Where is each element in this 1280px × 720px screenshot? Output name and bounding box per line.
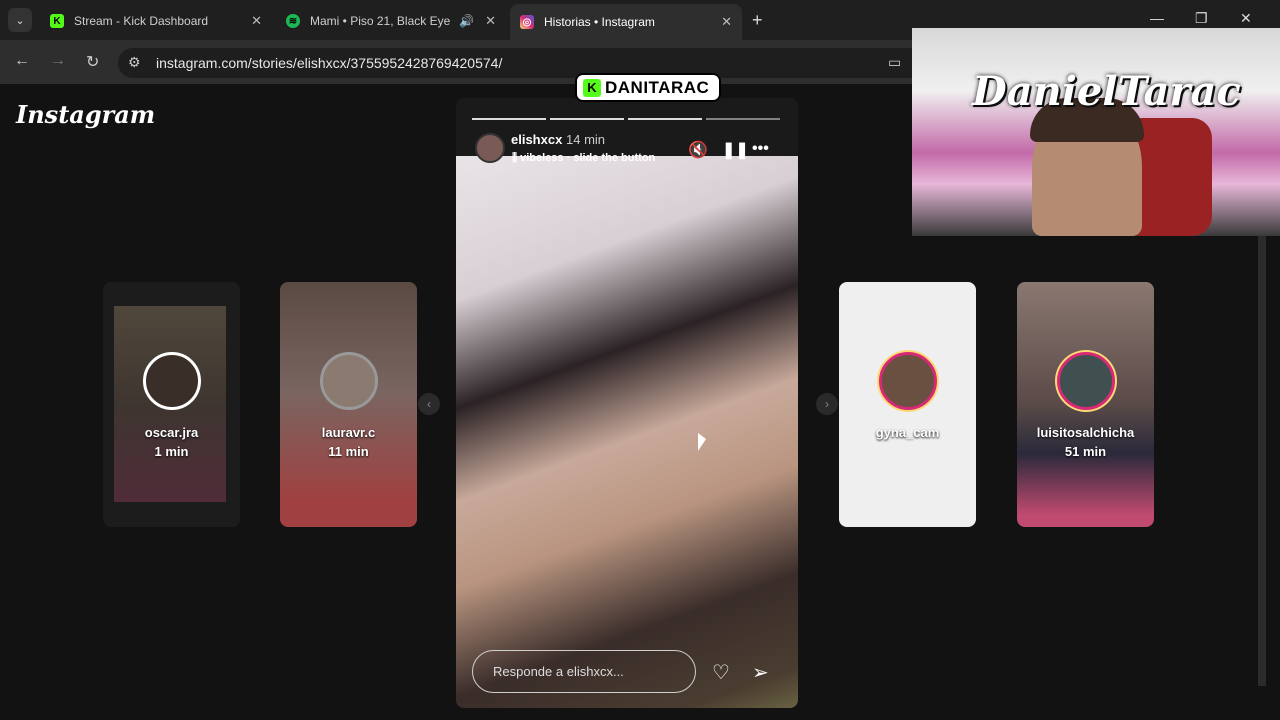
webcam-overlay: DanielTarac — [912, 28, 1280, 236]
story-time: 1 min — [154, 444, 189, 459]
restore-icon[interactable]: ❐ — [1195, 10, 1208, 27]
site-info-icon[interactable]: ⚙ — [128, 54, 141, 71]
story-username[interactable]: elishxcx — [511, 132, 562, 147]
streamer-brand-badge: K DANITARAC — [575, 73, 721, 102]
tab-title: Mami • Piso 21, Black Eyed — [310, 14, 450, 28]
close-icon[interactable]: ✕ — [485, 13, 496, 29]
cast-icon[interactable]: ▭ — [888, 54, 901, 71]
mute-icon[interactable]: 🔇 — [688, 140, 708, 160]
story-card-gyna[interactable]: gyna_cam — [839, 282, 976, 527]
story-username: gyna_cam — [875, 425, 940, 440]
story-username: luisitosalchicha — [1036, 425, 1135, 440]
window-close-icon[interactable]: ✕ — [1240, 10, 1252, 27]
minimize-icon[interactable]: — — [1150, 10, 1164, 26]
avatar — [878, 352, 937, 410]
next-story-arrow[interactable]: › — [816, 393, 838, 415]
tab-instagram[interactable]: ◎ Historias • Instagram ✕ — [510, 4, 742, 40]
story-progress-segment — [472, 118, 546, 120]
url-text[interactable]: instagram.com/stories/elishxcx/375595242… — [156, 55, 502, 71]
page-scrollbar[interactable] — [1258, 236, 1266, 686]
tab-kick[interactable]: K Stream - Kick Dashboard ✕ — [40, 6, 272, 36]
avatar — [1056, 352, 1115, 410]
avatar — [319, 352, 378, 410]
graffiti-text: DanielTarac — [972, 68, 1241, 115]
story-card-oscar[interactable]: oscar.jra 1 min — [103, 282, 240, 527]
tab-title: Historias • Instagram — [544, 15, 655, 29]
story-music-text: vibeless · slide the button — [520, 152, 656, 164]
instagram-icon: ◎ — [520, 15, 534, 29]
send-icon[interactable]: ➢ — [752, 660, 769, 685]
spotify-icon: ≋ — [286, 14, 300, 28]
speaker-icon[interactable]: 🔊 — [459, 14, 474, 28]
kick-icon: K — [583, 78, 601, 97]
story-card-laura[interactable]: lauravr.c 11 min — [280, 282, 417, 527]
forward-icon[interactable]: → — [50, 52, 66, 70]
story-avatar[interactable] — [475, 133, 505, 163]
music-icon: ⫼ — [512, 152, 521, 164]
back-icon[interactable]: ← — [14, 52, 30, 70]
avatar — [142, 352, 201, 410]
story-progress-segment — [628, 118, 702, 120]
heart-icon[interactable]: ♡ — [712, 660, 730, 685]
story-time: 14 min — [566, 132, 606, 147]
story-card-luisito[interactable]: luisitosalchicha 51 min — [1017, 282, 1154, 527]
close-icon[interactable]: ✕ — [251, 13, 262, 29]
mouse-cursor — [698, 433, 706, 451]
story-progress-segment — [706, 118, 780, 120]
story-music[interactable]: ⫼ vibeless · slide the button — [512, 152, 655, 165]
close-icon[interactable]: ✕ — [721, 14, 732, 30]
story-progress-segment — [550, 118, 624, 120]
prev-story-arrow[interactable]: ‹ — [418, 393, 440, 415]
story-viewer[interactable] — [456, 98, 798, 708]
instagram-logo[interactable]: Instagram — [16, 100, 155, 129]
story-username: lauravr.c — [321, 425, 376, 440]
story-time: 51 min — [1064, 444, 1107, 459]
reload-icon[interactable]: ↻ — [86, 52, 99, 72]
story-username: oscar.jra — [144, 425, 199, 440]
story-time: 11 min — [328, 444, 369, 459]
story-media — [456, 156, 798, 708]
tab-title: Stream - Kick Dashboard — [74, 14, 209, 28]
brand-text: DANITARAC — [605, 77, 710, 97]
tab-spotify[interactable]: ≋ Mami • Piso 21, Black Eyed 🔊 ✕ — [276, 6, 506, 36]
more-options-icon[interactable]: ••• — [752, 140, 769, 158]
new-tab-button[interactable]: + — [752, 10, 763, 31]
pause-icon[interactable]: ❚❚ — [722, 140, 749, 160]
reply-input[interactable] — [472, 650, 696, 693]
tab-search-button[interactable]: ⌄ — [8, 8, 32, 32]
kick-icon: K — [50, 14, 64, 28]
